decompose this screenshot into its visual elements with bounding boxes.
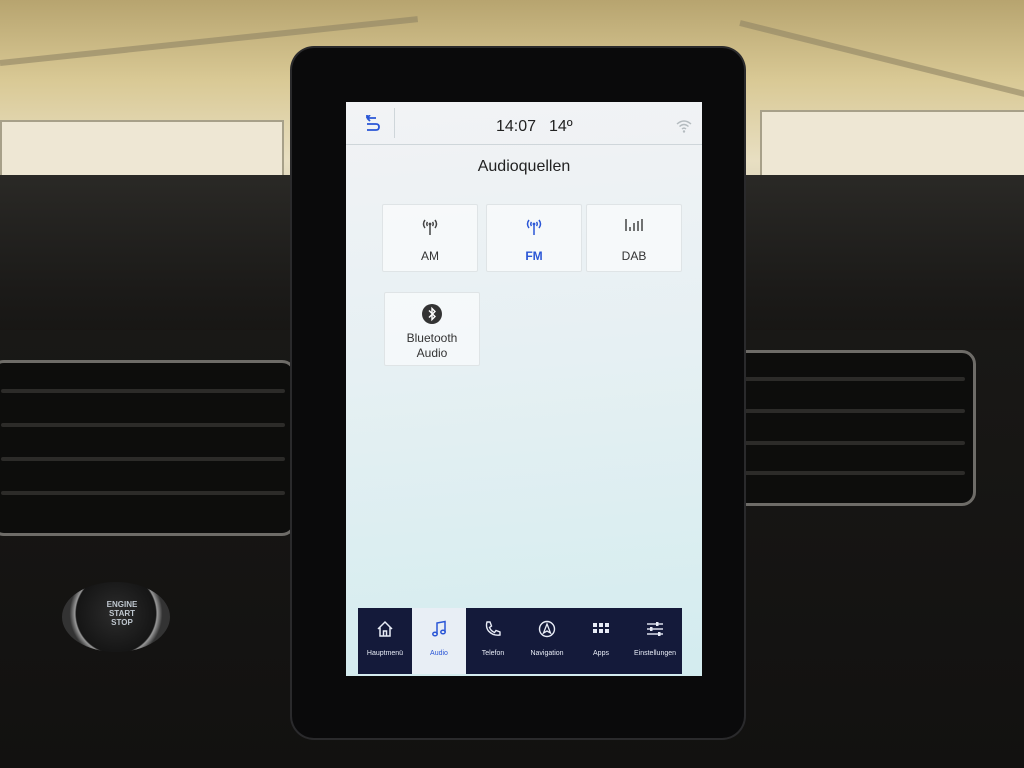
back-arrow-icon: [366, 115, 380, 131]
nav-navigation[interactable]: Navigation: [520, 608, 574, 674]
music-note-icon: [432, 620, 446, 637]
source-fm-button[interactable]: FM: [486, 204, 582, 272]
nav-hauptmenue[interactable]: Hauptmenü: [358, 608, 412, 674]
home-icon: [377, 620, 393, 637]
antenna-icon: [526, 219, 542, 235]
dab-signal-icon: [625, 219, 643, 231]
apps-grid-icon: [593, 623, 609, 633]
source-dab-label: DAB: [621, 249, 647, 263]
nav-einstellungen[interactable]: Einstellungen: [628, 608, 682, 674]
right-air-vent: [730, 350, 976, 506]
source-fm-label: FM: [525, 249, 543, 263]
status-bar: 14:07 14º: [346, 102, 702, 145]
navigation-icon: [538, 620, 556, 638]
left-air-vent: [0, 360, 296, 536]
page-title: Audioquellen: [477, 158, 571, 175]
bottom-navigation-bar: Hauptmenü Audio Telefon Navigation Apps …: [358, 608, 682, 674]
bluetooth-icon: [422, 304, 442, 324]
wifi-icon: [676, 120, 692, 133]
nav-telefon[interactable]: Telefon: [466, 608, 520, 674]
source-bluetooth-audio-label: Bluetooth Audio: [406, 331, 458, 360]
outside-temperature: 14º: [549, 118, 573, 135]
antenna-icon: [422, 219, 438, 235]
source-am-button[interactable]: AM: [382, 204, 478, 272]
infotainment-screen: 14:07 14º Audioquellen AM FM DAB Bluetoo…: [346, 102, 702, 676]
back-button[interactable]: [350, 108, 395, 138]
nav-apps[interactable]: Apps: [574, 608, 628, 674]
source-am-label: AM: [421, 249, 439, 263]
settings-sliders-icon: [647, 622, 663, 636]
engine-start-stop-label: ENGINE START STOP: [106, 600, 138, 627]
nav-audio[interactable]: Audio: [412, 608, 466, 674]
source-dab-button[interactable]: DAB: [586, 204, 682, 272]
clock: 14:07: [496, 118, 537, 135]
phone-icon: [485, 621, 501, 636]
source-bluetooth-audio-button[interactable]: Bluetooth Audio: [384, 292, 480, 366]
